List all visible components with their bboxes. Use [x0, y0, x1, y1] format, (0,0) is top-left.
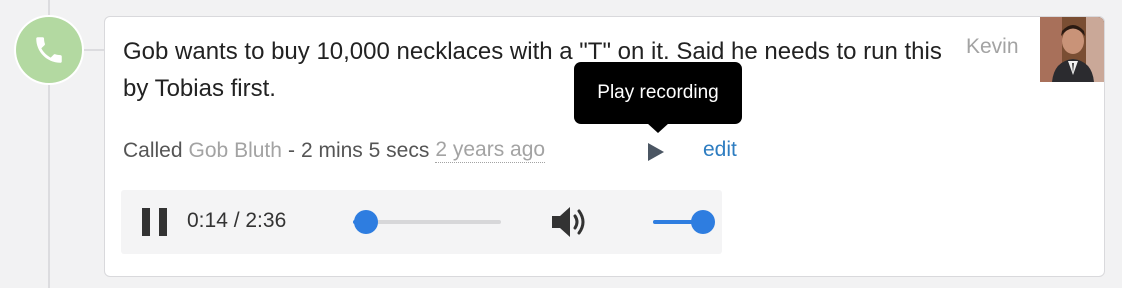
avatar-photo	[1040, 17, 1104, 82]
contact-link[interactable]: Gob Bluth	[189, 139, 282, 163]
audio-player: 0:14 / 2:36	[121, 190, 722, 254]
volume-handle[interactable]	[691, 210, 715, 234]
activity-note: Gob wants to buy 10,000 necklaces with a…	[123, 38, 942, 102]
volume-button[interactable]	[550, 205, 590, 239]
seek-handle[interactable]	[354, 210, 379, 234]
play-recording-button[interactable]	[646, 141, 666, 163]
timestamp: 2 years ago	[435, 138, 546, 163]
activity-meta: Called Gob Bluth - 2 mins 5 secs 2 years…	[123, 138, 546, 163]
activity-timeline: Gob wants to buy 10,000 necklaces with a…	[0, 0, 1122, 288]
playback-time: 0:14 / 2:36	[187, 209, 287, 232]
activity-card: Gob wants to buy 10,000 necklaces with a…	[104, 16, 1105, 277]
meta-separator: -	[287, 138, 295, 162]
volume-icon	[552, 207, 585, 237]
call-duration: 2 mins 5 secs	[300, 138, 430, 162]
tooltip-arrow	[647, 123, 669, 133]
play-icon	[648, 143, 664, 161]
timeline-connector	[84, 49, 104, 51]
pause-button[interactable]	[142, 208, 168, 236]
call-action-label: Called	[123, 138, 183, 162]
author-name: Kevin	[966, 35, 1019, 58]
pause-icon-bar	[159, 208, 167, 236]
avatar	[1040, 17, 1104, 82]
badge-circle	[16, 17, 82, 83]
pause-icon	[142, 208, 150, 236]
play-recording-tooltip: Play recording	[574, 62, 742, 124]
activity-type-badge	[14, 15, 84, 85]
phone-icon	[36, 37, 62, 63]
edit-link[interactable]: edit	[703, 138, 737, 162]
